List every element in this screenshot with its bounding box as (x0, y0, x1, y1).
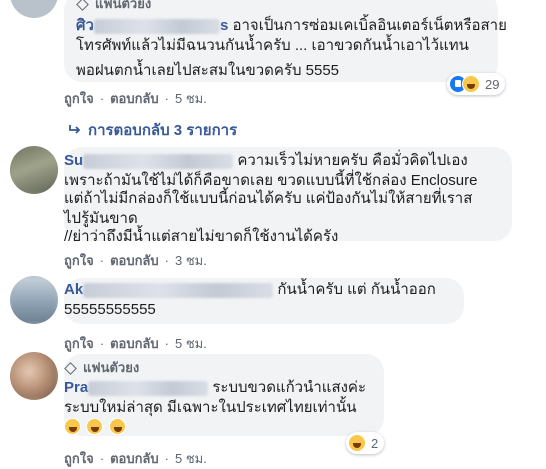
comment-text: แต่ถ้าไม่มีกล่องก็ใช้แบบนี้ก่อนได้ครับ แ… (64, 190, 473, 207)
top-fan-icon (64, 361, 77, 375)
comment-text: ระบบใหม่ล่าสุด มีเฉพาะในประเทศไทยเท่านั้… (64, 399, 357, 416)
comment-actions: ถูกใจ · ตอบกลับ · 3 ชม. (64, 250, 207, 271)
reply-button[interactable]: ตอบกลับ (110, 88, 159, 109)
avatar[interactable] (10, 146, 58, 194)
comment-actions: ถูกใจ · ตอบกลับ · 5 ชม. (64, 333, 207, 354)
tears-of-joy-emoji-icon (64, 418, 81, 436)
tears-of-joy-emoji-icon (86, 418, 104, 436)
like-button[interactable]: ถูกใจ (64, 88, 94, 109)
view-replies-link[interactable]: การตอบกลับ 3 รายการ (68, 118, 237, 142)
like-button[interactable]: ถูกใจ (64, 333, 94, 354)
commenter-name[interactable]: ศิว (76, 17, 94, 34)
comment-text: 55555555555 (64, 301, 156, 318)
comment-bubble: แฟนตัวยง ศิว s อาจเป็นการซ่อมเคเบิ้ลอินเต… (64, 0, 507, 82)
commenter-name[interactable]: Ak (64, 281, 83, 298)
commenter-name[interactable]: Su (64, 152, 83, 169)
comment-text: //ย่าว่าถึงมีน้ำแต่สายไม่ขาดก็ใช้งานได้ค… (64, 228, 339, 245)
comment-bubble: แฟนตัวยง Pra ระบบขวดแก้วนำแสงค่ะ ระบบใหม… (64, 354, 384, 436)
tears-of-joy-emoji-icon (108, 418, 126, 436)
reply-button[interactable]: ตอบกลับ (110, 333, 159, 354)
comment-text: โทรศัพท์แล้วไม่มีฉนวนกันน้ำครับ ... เอาข… (76, 37, 469, 54)
comment-bubble: Su ความเร็วไม่หายครับ คือมั่วคิดไปเอง เพ… (64, 147, 512, 245)
comment-text: อาจเป็นการซ่อมเคเบิ้ลอินเตอร์เน็ตหรือสาย (232, 17, 507, 34)
emoji-row (64, 418, 127, 436)
comment-text: ไปรู้มันขาด (64, 210, 138, 227)
top-fan-badge: แฟนตัวยง (76, 0, 151, 12)
timestamp[interactable]: 3 ชม. (175, 250, 207, 271)
commenter-name[interactable]: Pra (64, 379, 88, 396)
comment-text: ระบบขวดแก้วนำแสงค่ะ (212, 379, 367, 396)
name-redaction (83, 153, 234, 169)
avatar[interactable] (10, 352, 58, 400)
reaction-summary[interactable]: 2 (346, 432, 385, 454)
comment-bubble: Ak กันน้ำครับ แต่ กันน้ำออก 55555555555 (64, 278, 464, 324)
haha-reaction-icon (462, 75, 480, 93)
top-fan-badge: แฟนตัวยง (64, 360, 139, 376)
name-redaction (88, 380, 209, 396)
name-redaction (93, 18, 220, 34)
comment-text: ความเร็วไม่หายครับ คือมั่วคิดไปเอง (237, 152, 468, 169)
timestamp[interactable]: 5 ชม. (175, 88, 207, 109)
comment-text: กันน้ำครับ แต่ กันน้ำออก (277, 281, 436, 298)
haha-reaction-icon (348, 434, 366, 452)
comment-text: เพราะถ้ามันใช้ไม่ได้ก็คือขาดเลย ขวดแบบนี… (64, 172, 478, 189)
like-button[interactable]: ถูกใจ (64, 250, 94, 271)
timestamp[interactable]: 5 ชม. (175, 333, 207, 354)
reply-arrow-icon (69, 125, 81, 134)
reaction-summary[interactable]: 29 (447, 73, 506, 95)
top-fan-icon (76, 0, 89, 11)
avatar[interactable] (10, 0, 58, 18)
commenter-name-tail[interactable]: s (220, 17, 228, 34)
comment-text: พอฝนตกน้ำเลยไปสะสมในขวดครับ 5555 (76, 62, 340, 79)
comment-actions: ถูกใจ · ตอบกลับ · 5 ชม. (64, 88, 207, 109)
avatar[interactable] (10, 276, 58, 324)
reply-button[interactable]: ตอบกลับ (110, 250, 159, 271)
name-redaction (83, 282, 274, 298)
